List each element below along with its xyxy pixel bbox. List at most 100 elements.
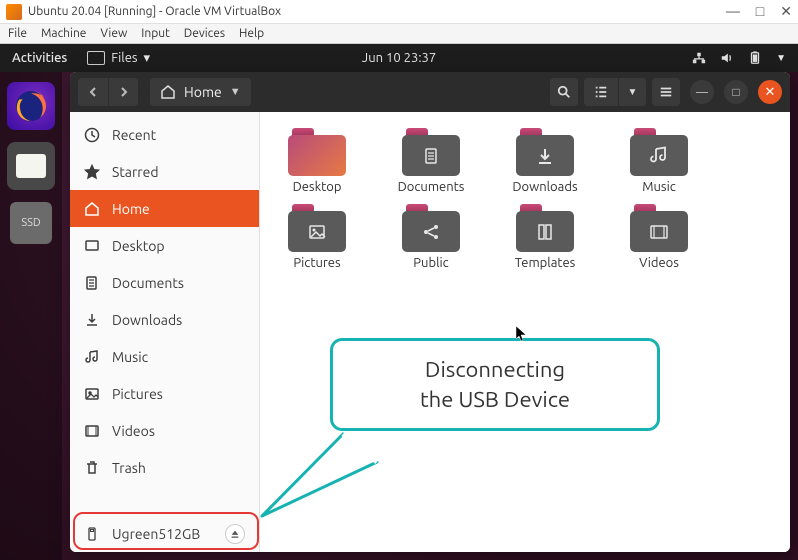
dock-ssd[interactable]: SSD xyxy=(10,202,52,244)
sidebar-item-label: Documents xyxy=(112,275,184,291)
window-maximize-button[interactable]: □ xyxy=(724,80,748,104)
chevron-down-icon: ▾ xyxy=(144,51,151,66)
vbox-menubar: File Machine View Input Devices Help xyxy=(0,24,798,44)
documents-icon xyxy=(84,275,100,291)
sidebar-item-starred[interactable]: Starred xyxy=(70,153,259,190)
sidebar-item-documents[interactable]: Documents xyxy=(70,264,259,301)
dock-firefox[interactable] xyxy=(7,82,55,130)
dock-files[interactable] xyxy=(7,142,55,190)
chevron-down-icon[interactable]: ▼ xyxy=(776,52,786,64)
folder-icon xyxy=(630,128,688,176)
folder-item[interactable]: Videos xyxy=(612,204,706,270)
folder-label: Templates xyxy=(515,256,576,270)
files-headerbar: Home ▼ ▼ — □ ✕ xyxy=(70,72,790,112)
star-icon xyxy=(84,164,100,180)
sidebar-item-videos[interactable]: Videos xyxy=(70,412,259,449)
folder-label: Desktop xyxy=(293,180,342,194)
folder-item[interactable]: Templates xyxy=(498,204,592,270)
volume-icon[interactable] xyxy=(720,51,734,65)
folder-item[interactable]: Documents xyxy=(384,128,478,194)
places-sidebar: Recent Starred Home Desktop Documents Do… xyxy=(70,112,260,552)
folder-item[interactable]: Music xyxy=(612,128,706,194)
music-icon xyxy=(84,349,100,365)
sidebar-item-label: Videos xyxy=(112,423,155,439)
sidebar-item-music[interactable]: Music xyxy=(70,338,259,375)
folder-icon xyxy=(402,128,460,176)
vbox-menu-machine[interactable]: Machine xyxy=(41,27,86,40)
folder-label: Videos xyxy=(639,256,679,270)
vbox-menu-view[interactable]: View xyxy=(100,27,127,40)
vbox-menu-file[interactable]: File xyxy=(8,27,27,40)
vbox-minimize-button[interactable]: — xyxy=(726,3,740,20)
network-icon[interactable] xyxy=(692,51,706,65)
vbox-titlebar: Ubuntu 20.04 [Running] - Oracle VM Virtu… xyxy=(0,0,798,24)
ubuntu-dock: SSD xyxy=(0,72,62,560)
app-menu-label: Files xyxy=(111,51,137,65)
folder-item[interactable]: Pictures xyxy=(270,204,364,270)
clock-icon xyxy=(84,127,100,143)
videos-icon xyxy=(84,423,100,439)
sidebar-item-pictures[interactable]: Pictures xyxy=(70,375,259,412)
vbox-menu-input[interactable]: Input xyxy=(141,27,170,40)
files-icon xyxy=(87,51,105,65)
sidebar-item-trash[interactable]: Trash xyxy=(70,449,259,486)
sidebar-item-label: Pictures xyxy=(112,386,163,402)
ubuntu-top-panel: Activities Files ▾ Jun 10 23:37 ▼ xyxy=(0,44,798,72)
path-label: Home xyxy=(184,84,222,100)
view-dropdown-button[interactable]: ▼ xyxy=(618,78,646,106)
home-icon xyxy=(84,201,100,217)
sidebar-item-label: Recent xyxy=(112,127,156,143)
vbox-close-button[interactable]: ✕ xyxy=(780,3,792,20)
battery-icon[interactable] xyxy=(748,51,762,65)
activities-button[interactable]: Activities xyxy=(12,51,67,65)
view-list-button[interactable] xyxy=(584,78,618,106)
window-close-button[interactable]: ✕ xyxy=(758,80,782,104)
vbox-menu-help[interactable]: Help xyxy=(239,27,264,40)
sidebar-item-downloads[interactable]: Downloads xyxy=(70,301,259,338)
panel-datetime[interactable]: Jun 10 23:37 xyxy=(362,51,436,65)
forward-button[interactable] xyxy=(108,78,138,106)
pictures-icon xyxy=(84,386,100,402)
folder-label: Pictures xyxy=(293,256,340,270)
vbox-menu-devices[interactable]: Devices xyxy=(184,27,225,40)
path-bar[interactable]: Home ▼ xyxy=(150,78,251,106)
folder-icon xyxy=(402,204,460,252)
folder-icon xyxy=(630,204,688,252)
folder-label: Music xyxy=(642,180,676,194)
folder-icon xyxy=(516,128,574,176)
folder-label: Downloads xyxy=(512,180,577,194)
app-menu-files[interactable]: Files ▾ xyxy=(87,51,150,66)
desktop-icon xyxy=(84,238,100,254)
sidebar-item-label: Home xyxy=(112,201,150,217)
search-button[interactable] xyxy=(550,78,578,106)
folder-item[interactable]: Public xyxy=(384,204,478,270)
guest-desktop: Activities Files ▾ Jun 10 23:37 ▼ SSD xyxy=(0,44,798,560)
sidebar-item-label: Trash xyxy=(112,460,146,476)
downloads-icon xyxy=(84,312,100,328)
window-minimize-button[interactable]: — xyxy=(690,80,714,104)
folder-label: Documents xyxy=(398,180,465,194)
vbox-maximize-button[interactable]: □ xyxy=(756,3,764,20)
folder-item[interactable]: Desktop xyxy=(270,128,364,194)
sidebar-item-label: Starred xyxy=(112,164,159,180)
annotation-callout-tail xyxy=(247,414,367,534)
hamburger-menu-button[interactable] xyxy=(652,78,680,106)
home-icon xyxy=(160,84,176,100)
sidebar-item-label: Ugreen512GB xyxy=(112,526,200,542)
sidebar-item-usb-drive[interactable]: Ugreen512GB xyxy=(70,515,259,552)
sidebar-item-label: Desktop xyxy=(112,238,165,254)
folder-icon xyxy=(288,204,346,252)
sidebar-item-recent[interactable]: Recent xyxy=(70,116,259,153)
trash-icon xyxy=(84,460,100,476)
sidebar-item-desktop[interactable]: Desktop xyxy=(70,227,259,264)
vbox-logo-icon xyxy=(6,4,22,20)
folder-item[interactable]: Downloads xyxy=(498,128,592,194)
back-button[interactable] xyxy=(78,78,108,106)
sidebar-item-home[interactable]: Home xyxy=(70,190,259,227)
eject-button[interactable] xyxy=(225,524,245,544)
vbox-window-title: Ubuntu 20.04 [Running] - Oracle VM Virtu… xyxy=(28,5,726,18)
chevron-down-icon: ▼ xyxy=(230,86,241,98)
sidebar-item-label: Music xyxy=(112,349,148,365)
files-window: Home ▼ ▼ — □ ✕ Recent Starred Home Deskt… xyxy=(70,72,790,552)
callout-text-line2: the USB Device xyxy=(355,385,635,415)
